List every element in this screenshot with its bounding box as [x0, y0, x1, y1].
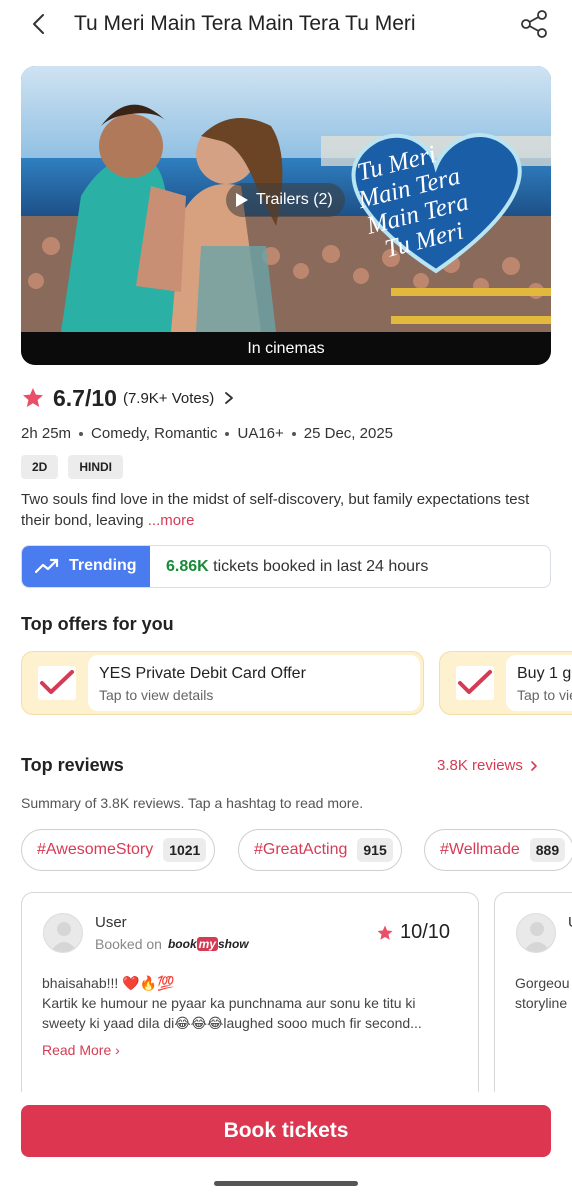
reviews-summary: Summary of 3.8K reviews. Tap a hashtag t…	[21, 795, 364, 811]
all-reviews-link[interactable]: 3.8K reviews	[437, 757, 539, 774]
bookmyshow-logo-book: book	[167, 937, 197, 951]
review-text-line: bhaisahab!!! ❤️🔥💯	[42, 975, 175, 991]
reviews-section-title: Top reviews	[21, 755, 124, 775]
tickets-booked-count: 6.86K	[166, 557, 209, 575]
book-tickets-button[interactable]: Book tickets	[21, 1105, 551, 1157]
review-text-line: Kartik ke humour ne pyaar ka punchnama a…	[42, 995, 416, 1011]
back-button[interactable]	[26, 10, 54, 38]
home-indicator[interactable]	[214, 1181, 358, 1186]
user-icon	[50, 922, 78, 952]
review-card[interactable]: U Gorgeou storyline	[494, 892, 572, 1092]
offer-details: Buy 1 get Tap to view	[506, 655, 572, 711]
trending-text: 6.86K tickets booked in last 24 hours	[166, 558, 428, 576]
chevron-right-icon	[531, 760, 537, 771]
separator-dot	[225, 431, 230, 436]
trending-label: Trending	[69, 557, 137, 574]
chevron-left-icon	[33, 14, 44, 34]
share-icon	[521, 10, 547, 38]
trending-banner: Trending 6.86K tickets booked in last 24…	[21, 545, 551, 588]
offers-carousel[interactable]: YES Private Debit Card Offer Tap to view…	[21, 651, 572, 717]
avatar	[516, 913, 556, 953]
hashtag-chip[interactable]: #GreatActing 915	[238, 829, 402, 871]
hashtag-label: #Wellmade	[440, 841, 520, 858]
hashtag-chip[interactable]: #AwesomeStory 1021	[21, 829, 216, 871]
offer-card[interactable]: YES Private Debit Card Offer Tap to view…	[21, 651, 424, 715]
bottom-bar-background	[0, 1092, 572, 1106]
review-text-line: sweety ki yaad dila di😂😂😂laughed sooo mu…	[42, 1015, 422, 1031]
format-tags: 2D HINDI	[21, 455, 124, 479]
certificate: UA16+	[237, 425, 284, 442]
review-text-line: storyline	[515, 995, 568, 1011]
trending-up-icon	[35, 558, 59, 574]
format-tag: 2D	[21, 455, 59, 479]
release-date: 25 Dec, 2025	[303, 425, 394, 442]
star-icon	[23, 388, 43, 407]
offer-subtitle: Tap to view	[517, 687, 572, 703]
language-tag: HINDI	[68, 455, 124, 479]
reviewer-name: U	[568, 914, 572, 931]
separator-dot	[79, 431, 84, 436]
trending-badge: Trending	[22, 546, 150, 587]
trailers-button[interactable]: Trailers (2)	[226, 183, 345, 217]
hashtag-count: 889	[529, 838, 566, 862]
bookmyshow-logo-my: my	[196, 937, 218, 951]
chevron-right-icon	[225, 392, 234, 404]
read-more-link[interactable]: Read More ›	[42, 1042, 120, 1058]
trailers-label: Trailers (2)	[256, 191, 333, 208]
hashtag-list[interactable]: #AwesomeStory 1021 #GreatActing 915 #Wel…	[21, 829, 572, 873]
release-status-label: In cinemas	[247, 339, 325, 357]
booked-on-label: Booked on book my show	[95, 936, 249, 952]
synopsis-text: Two souls find love in the midst of self…	[21, 491, 530, 529]
offer-card[interactable]: Buy 1 get Tap to view	[439, 651, 572, 715]
review-score: 10/10	[376, 921, 450, 944]
offer-check-logo	[38, 666, 76, 700]
star-icon	[377, 925, 393, 940]
rating-row[interactable]: 6.7/10 (7.9K+ Votes)	[21, 383, 236, 413]
avatar	[43, 913, 83, 953]
review-score-value: 10/10	[400, 921, 451, 943]
release-status-strip: In cinemas	[21, 332, 551, 365]
offer-check-logo	[456, 666, 494, 700]
review-cards-carousel[interactable]: User Booked on book my show 10/10 bhaisaha…	[21, 892, 572, 1092]
separator-dot	[291, 431, 296, 436]
user-icon	[523, 922, 551, 952]
offer-title: Buy 1 get	[517, 665, 572, 682]
hashtag-chip[interactable]: #Wellmade 889	[424, 829, 572, 871]
offer-title: YES Private Debit Card Offer	[99, 665, 306, 682]
rating-value: 6.7/10	[53, 384, 117, 411]
app-header: Tu Meri Main Tera Main Tera Tu Meri	[0, 0, 572, 50]
hashtag-label: #GreatActing	[254, 841, 348, 858]
page-title: Tu Meri Main Tera Main Tera Tu Meri	[74, 12, 416, 35]
movie-meta: 2h 25m Comedy, Romantic UA16+ 25 Dec, 20…	[21, 425, 393, 442]
play-icon	[236, 193, 248, 207]
trending-description: tickets booked in last 24 hours	[208, 557, 429, 575]
reviewer-name: User	[95, 914, 127, 931]
reviews-count-label: 3.8K reviews	[437, 757, 523, 774]
movie-banner[interactable]: Tu Meri Main Tera Main Tera Tu Meri Trai…	[21, 66, 551, 365]
duration: 2h 25m	[21, 425, 72, 442]
synopsis: Two souls find love in the midst of self…	[21, 489, 551, 531]
synopsis-more-link[interactable]: ...more	[148, 512, 195, 529]
offers-section-title: Top offers for you	[21, 614, 174, 634]
offer-details: YES Private Debit Card Offer Tap to view…	[88, 655, 420, 711]
hashtag-label: #AwesomeStory	[37, 841, 154, 858]
bookmyshow-logo-show: show	[217, 937, 249, 951]
bookmyshow-logo: book my show	[168, 937, 249, 951]
review-card[interactable]: User Booked on book my show 10/10 bhaisaha…	[21, 892, 479, 1092]
booked-on-text: Booked on	[95, 936, 162, 952]
genres: Comedy, Romantic	[91, 425, 218, 442]
rating-votes: (7.9K+ Votes)	[122, 389, 215, 407]
share-button[interactable]	[518, 8, 550, 40]
hashtag-count: 915	[357, 838, 393, 862]
review-text: Gorgeou storyline	[515, 973, 572, 1013]
hashtag-count: 1021	[163, 838, 207, 862]
offer-subtitle: Tap to view details	[99, 687, 214, 703]
review-text: bhaisahab!!! ❤️🔥💯 Kartik ke humour ne py…	[42, 973, 462, 1033]
review-text-line: Gorgeou	[515, 975, 570, 991]
